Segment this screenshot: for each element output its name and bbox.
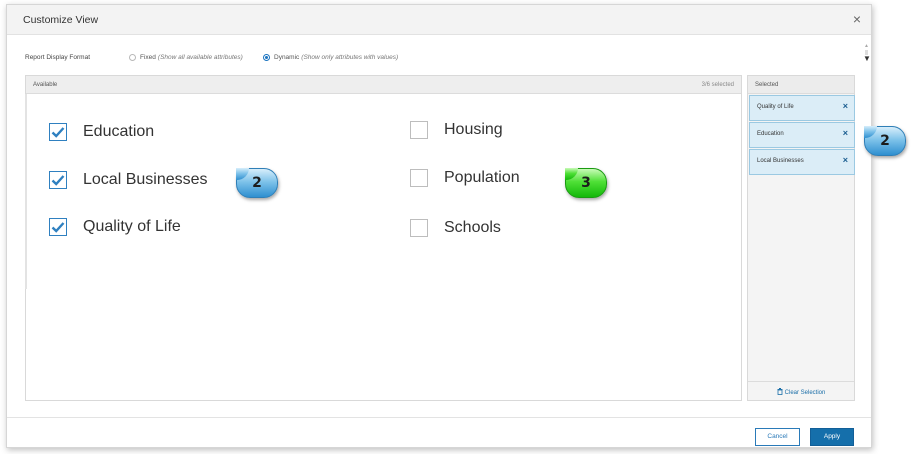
attribute-population[interactable]: Population (410, 169, 520, 187)
apply-button[interactable]: Apply (810, 428, 854, 446)
attribute-quality-of-life[interactable]: Quality of Life (49, 218, 181, 236)
attribute-label: Housing (444, 121, 503, 138)
attribute-label: Quality of Life (83, 218, 181, 235)
available-count: 3/6 selected (701, 82, 734, 88)
dialog-titlebar: Customize View × (7, 5, 871, 35)
selected-item-label: Education (757, 131, 784, 137)
selected-list: Quality of Life × Education × Local Busi… (748, 94, 855, 175)
radio-fixed-indicator[interactable] (129, 54, 136, 61)
selected-item-label: Local Businesses (757, 158, 804, 164)
selected-item-quality-of-life[interactable]: Quality of Life × (749, 95, 855, 121)
attribute-housing[interactable]: Housing (410, 121, 503, 139)
radio-dynamic-indicator[interactable] (263, 54, 270, 61)
selected-title: Selected (755, 82, 779, 88)
attribute-label: Education (83, 123, 155, 140)
callout-badge: 2 (864, 126, 906, 156)
clear-selection-button[interactable]: Clear Selection (748, 381, 854, 400)
attribute-label: Local Businesses (83, 171, 208, 188)
remove-icon[interactable]: × (843, 129, 848, 138)
cancel-button[interactable]: Cancel (755, 428, 800, 446)
attribute-education[interactable]: Education (49, 123, 154, 141)
clear-selection-label: Clear Selection (784, 390, 826, 396)
customize-view-dialog: Customize View × Report Display Format F… (6, 4, 872, 448)
checkbox-unchecked-icon[interactable] (410, 169, 428, 187)
radio-dynamic-hint: (Show only attributes with values) (301, 54, 399, 61)
selected-item-local-businesses[interactable]: Local Businesses × (749, 149, 855, 175)
selected-panel: Selected Quality of Life × Education × L… (747, 75, 855, 401)
attribute-label: Population (444, 169, 520, 186)
selected-item-label: Quality of Life (757, 104, 794, 110)
checkbox-unchecked-icon[interactable] (410, 121, 428, 139)
scroll-down-icon[interactable]: ▼ (863, 54, 871, 63)
selected-header: Selected (748, 76, 854, 94)
attribute-local-businesses[interactable]: Local Businesses (49, 171, 208, 189)
available-divider (25, 94, 27, 289)
selected-item-education[interactable]: Education × (749, 122, 855, 148)
attribute-label: Schools (444, 219, 501, 236)
radio-dynamic-label: Dynamic (274, 54, 300, 61)
checkbox-checked-icon[interactable] (49, 171, 67, 189)
trash-icon (777, 388, 783, 395)
available-title: Available (33, 82, 58, 88)
checkbox-unchecked-icon[interactable] (410, 219, 428, 237)
scroll-up-icon[interactable]: ▲ (864, 43, 869, 49)
radio-fixed[interactable]: Fixed (Show all available attributes) (129, 54, 243, 61)
dialog-title: Customize View (23, 14, 99, 26)
radio-fixed-hint: (Show all available attributes) (157, 54, 243, 61)
radio-fixed-label: Fixed (140, 54, 156, 61)
footer-divider (7, 417, 871, 418)
available-header: Available 3/6 selected (26, 76, 741, 94)
callout-badge: 3 (565, 168, 607, 198)
attribute-schools[interactable]: Schools (410, 219, 501, 237)
radio-dynamic[interactable]: Dynamic (Show only attributes with value… (263, 54, 398, 61)
remove-icon[interactable]: × (843, 156, 848, 165)
available-panel: Available 3/6 selected Education Local B… (25, 75, 742, 401)
checkbox-checked-icon[interactable] (49, 123, 67, 141)
callout-badge: 2 (236, 168, 278, 198)
checkbox-checked-icon[interactable] (49, 218, 67, 236)
page-scrollbar[interactable]: ▲ ▼ (863, 43, 871, 67)
format-label: Report Display Format (25, 54, 91, 61)
close-icon[interactable]: × (853, 11, 861, 27)
remove-icon[interactable]: × (843, 102, 848, 111)
